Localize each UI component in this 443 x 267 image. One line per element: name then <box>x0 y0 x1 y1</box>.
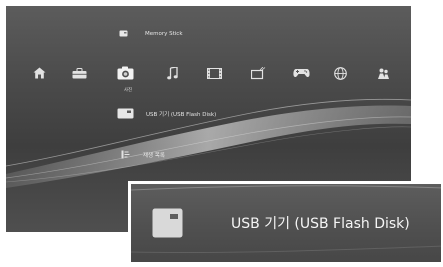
gamepad-icon <box>292 69 310 78</box>
usb-device-large-icon <box>152 208 183 238</box>
camera-icon <box>117 66 133 80</box>
playlist-label: 재생 목록 <box>143 152 165 159</box>
category-music[interactable] <box>161 62 183 84</box>
tv-icon <box>250 66 265 79</box>
friends-icon <box>377 68 389 79</box>
category-bar <box>6 62 411 92</box>
selected-category-label: 사진 <box>123 88 133 93</box>
category-toolbox[interactable] <box>68 62 90 84</box>
usb-device-large-label: USB 기기 (USB Flash Disk) <box>231 216 410 232</box>
xmb-item-playlist[interactable]: 재생 목록 <box>121 150 165 159</box>
memory-stick-icon <box>119 30 128 37</box>
xmb-item-usb-device[interactable]: USB 기기 (USB Flash Disk) <box>117 108 216 119</box>
film-icon <box>206 67 222 79</box>
zoom-callout: USB 기기 (USB Flash Disk) <box>128 181 441 262</box>
music-note-icon <box>166 66 178 79</box>
category-network[interactable] <box>329 62 351 84</box>
category-game[interactable] <box>290 62 312 84</box>
category-tv[interactable] <box>247 62 269 84</box>
category-friends[interactable] <box>372 62 394 84</box>
xmb-item-memory-stick[interactable]: Memory Stick <box>119 30 183 37</box>
globe-icon <box>333 66 347 80</box>
category-home[interactable] <box>28 62 50 84</box>
toolbox-icon <box>72 67 86 78</box>
usb-device-label: USB 기기 (USB Flash Disk) <box>146 111 217 118</box>
home-icon <box>33 67 45 79</box>
category-video[interactable] <box>203 62 225 84</box>
memory-stick-label: Memory Stick <box>145 30 183 37</box>
usb-device-icon <box>117 108 134 119</box>
category-photo[interactable] <box>114 62 136 84</box>
playlist-icon <box>121 150 130 159</box>
